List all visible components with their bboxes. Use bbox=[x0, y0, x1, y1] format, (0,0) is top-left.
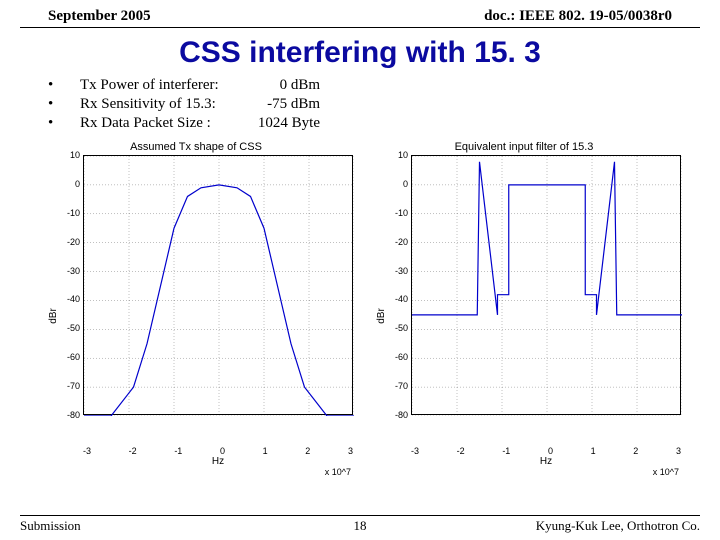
header-date: September 2005 bbox=[48, 8, 151, 25]
slide-footer: Submission 18 Kyung-Kuk Lee, Orthotron C… bbox=[20, 515, 700, 534]
x-axis-label: Hz bbox=[83, 456, 353, 467]
bullet-label: Rx Sensitivity of 15.3: bbox=[80, 96, 250, 113]
x-multiplier: x 10^7 bbox=[389, 467, 681, 477]
footer-left: Submission bbox=[20, 518, 81, 534]
chart-left: Assumed Tx shape of CSS dBr 100-10-20-30… bbox=[46, 141, 346, 477]
x-axis-label: Hz bbox=[411, 456, 681, 467]
header-doc: doc.: IEEE 802. 19-05/0038r0 bbox=[484, 8, 672, 25]
bullet-value: -75 dBm bbox=[250, 96, 320, 113]
bullet-value: 1024 Byte bbox=[250, 115, 320, 132]
list-item: • Rx Data Packet Size : 1024 Byte bbox=[48, 114, 720, 133]
bullet-value: 0 dBm bbox=[250, 77, 320, 94]
slide-header: September 2005 doc.: IEEE 802. 19-05/003… bbox=[20, 0, 700, 28]
list-item: • Tx Power of interferer: 0 dBm bbox=[48, 76, 720, 95]
bullet-icon: • bbox=[48, 115, 80, 132]
charts-row: Assumed Tx shape of CSS dBr 100-10-20-30… bbox=[0, 141, 720, 477]
chart-title: Equivalent input filter of 15.3 bbox=[374, 141, 674, 153]
bullet-label: Tx Power of interferer: bbox=[80, 77, 250, 94]
y-ticks: 100-10-20-30-40-50-60-70-80 bbox=[61, 155, 83, 444]
plot-area bbox=[83, 155, 353, 415]
x-multiplier: x 10^7 bbox=[61, 467, 353, 477]
y-axis-label: dBr bbox=[374, 155, 389, 477]
footer-page: 18 bbox=[354, 518, 367, 534]
chart-right: Equivalent input filter of 15.3 dBr 100-… bbox=[374, 141, 674, 477]
bullet-list: • Tx Power of interferer: 0 dBm • Rx Sen… bbox=[0, 76, 720, 133]
bullet-icon: • bbox=[48, 77, 80, 94]
x-ticks: -3-2-10123 bbox=[83, 444, 353, 456]
y-axis-label: dBr bbox=[46, 155, 61, 477]
plot-area bbox=[411, 155, 681, 415]
bullet-label: Rx Data Packet Size : bbox=[80, 115, 250, 132]
x-ticks: -3-2-10123 bbox=[411, 444, 681, 456]
footer-right: Kyung-Kuk Lee, Orthotron Co. bbox=[536, 518, 700, 534]
chart-title: Assumed Tx shape of CSS bbox=[46, 141, 346, 153]
y-ticks: 100-10-20-30-40-50-60-70-80 bbox=[389, 155, 411, 444]
bullet-icon: • bbox=[48, 96, 80, 113]
page-title: CSS interfering with 15. 3 bbox=[0, 28, 720, 76]
list-item: • Rx Sensitivity of 15.3: -75 dBm bbox=[48, 95, 720, 114]
